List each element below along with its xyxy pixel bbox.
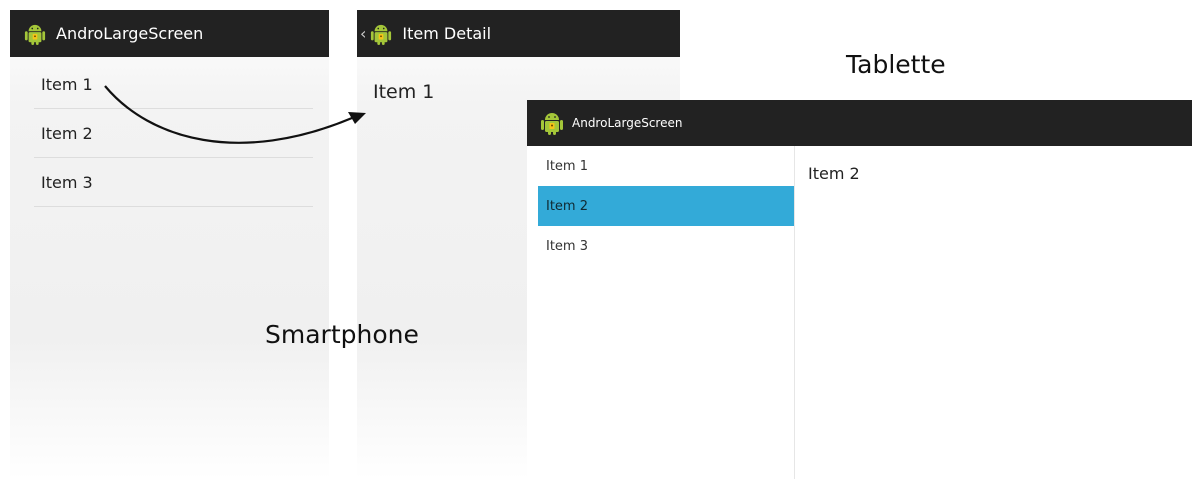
up-caret-icon[interactable]: ‹ [360,24,366,43]
list-item[interactable]: Item 2 [34,109,313,158]
tablet-action-bar: AndroLargeScreen [527,100,1192,146]
list-item[interactable]: Item 1 [538,146,794,186]
phone-detail-content: Item 1 [373,81,435,103]
tablet-detail-pane: Item 2 [795,146,1192,479]
phone-master-app-title: AndroLargeScreen [56,24,204,43]
list-item[interactable]: Item 1 [34,60,313,109]
phone-master-screen: AndroLargeScreen Item 1 Item 2 Item 3 [10,10,329,479]
tablet-screen: AndroLargeScreen Item 1 Item 2 Item 3 It… [527,100,1192,479]
phone-master-list: Item 1 Item 2 Item 3 [10,60,329,207]
tablet-app-title: AndroLargeScreen [572,116,683,130]
list-item-selected[interactable]: Item 2 [538,186,794,226]
tablet-caption: Tablette [846,50,946,79]
tablet-detail-content: Item 2 [808,164,860,183]
list-item[interactable]: Item 3 [538,226,794,266]
phone-detail-bar-title: Item Detail [402,24,492,43]
tablet-master-list: Item 1 Item 2 Item 3 [538,146,794,266]
android-app-icon[interactable] [540,111,564,135]
smartphone-caption: Smartphone [265,320,419,349]
android-app-icon[interactable] [370,23,392,45]
android-app-icon[interactable] [24,23,46,45]
phone-detail-action-bar: ‹ Item Detail [357,10,680,57]
tablet-master-pane: Item 1 Item 2 Item 3 [527,146,795,479]
phone-master-action-bar: AndroLargeScreen [10,10,329,57]
list-item[interactable]: Item 3 [34,158,313,207]
